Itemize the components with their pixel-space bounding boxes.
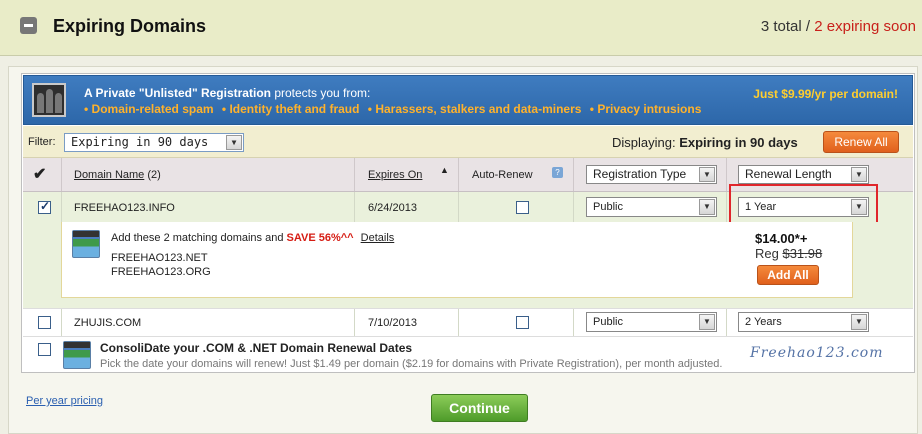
watermark: Freehao123.com <box>750 345 884 361</box>
chevron-down-icon: ▼ <box>699 167 715 182</box>
registration-type-bulk-select[interactable]: Registration Type ▼ <box>586 165 717 184</box>
upsell-panel: Add these 2 matching domains and SAVE 56… <box>61 222 853 298</box>
auto-renew-checkbox[interactable] <box>516 201 529 214</box>
displaying-label: Displaying: <box>612 135 676 150</box>
expires-date: 6/24/2013 <box>368 202 417 214</box>
globe-icon <box>63 341 91 369</box>
filter-select-value: Expiring in 90 days <box>71 135 209 149</box>
domain-name-sort-link[interactable]: Domain Name <box>74 169 144 181</box>
reg-label: Reg <box>755 246 783 261</box>
consolidate-subtitle: Pick the date your domains will renew! J… <box>100 358 723 370</box>
consolidate-checkbox[interactable] <box>38 343 51 356</box>
registration-type-cell: Public ▼ <box>573 309 726 337</box>
upsell-price: $14.00*+ <box>755 231 808 246</box>
registration-type-value: Public <box>593 201 623 213</box>
add-all-button[interactable]: Add All <box>757 265 819 285</box>
expiring-soon-count: 2 expiring soon <box>814 18 916 35</box>
continue-button[interactable]: Continue <box>431 394 528 422</box>
chevron-down-icon: ▼ <box>699 199 715 215</box>
renew-all-button[interactable]: Renew All <box>823 131 899 153</box>
upsell-text-before: Add these 2 matching domains and <box>111 232 287 244</box>
displaying-status: Displaying: Expiring in 90 days <box>612 135 798 150</box>
displaying-value: Expiring in 90 days <box>679 135 798 150</box>
domain-cell: FREEHAO123.INFO <box>61 192 354 222</box>
domain-name-header[interactable]: Domain Name (2) <box>74 169 161 181</box>
total-count: 3 total <box>760 18 802 35</box>
renewal-length-bulk-select[interactable]: Renewal Length ▼ <box>738 165 869 184</box>
registration-type-cell: Public ▼ <box>573 192 726 222</box>
save-text: SAVE 56%^^ <box>286 232 354 244</box>
domain-cell: ZHUJIS.COM <box>61 309 354 337</box>
registration-type-select[interactable]: Public ▼ <box>586 312 717 332</box>
filter-bar: Filter: Expiring in 90 days ▼ Displaying… <box>23 126 913 158</box>
help-icon[interactable]: ? <box>552 167 563 178</box>
upsell-regular-price: Reg $31.98 <box>755 246 822 261</box>
row-checkbox[interactable] <box>38 316 51 329</box>
private-registration-banner: A Private "Unlisted" Registration protec… <box>23 75 913 125</box>
chevron-down-icon: ▼ <box>851 314 867 330</box>
renewal-length-header: Renewal Length <box>745 167 832 181</box>
domain-name: FREEHAO123.INFO <box>74 202 175 214</box>
banner-headline: A Private "Unlisted" Registration protec… <box>84 86 370 100</box>
filter-label: Filter: <box>28 136 56 148</box>
count-separator: / <box>805 18 811 35</box>
filter-select[interactable]: Expiring in 90 days ▼ <box>64 133 244 152</box>
chevron-down-icon: ▼ <box>699 314 715 330</box>
page-title: Expiring Domains <box>53 16 207 36</box>
expires-cell: 6/24/2013 <box>354 192 458 222</box>
renewal-length-value: 2 Years <box>745 316 782 328</box>
expires-on-sort-link[interactable]: Expires On <box>368 169 422 181</box>
chevron-down-icon: ▼ <box>226 135 242 150</box>
expires-date: 7/10/2013 <box>368 317 417 329</box>
column-domain-name[interactable]: Domain Name (2) <box>61 158 354 191</box>
column-auto-renew: Auto-Renew ? <box>458 158 573 191</box>
upsell-domain: FREEHAO123.NET <box>111 252 208 264</box>
old-price: $31.98 <box>782 246 823 261</box>
globe-icon <box>72 230 100 258</box>
auto-renew-header: Auto-Renew <box>472 169 533 181</box>
banner-headline-bold: A Private "Unlisted" Registration <box>84 86 271 100</box>
renewal-length-cell: 2 Years ▼ <box>726 309 913 337</box>
auto-renew-cell <box>458 192 573 222</box>
table-row: ZHUJIS.COM 7/10/2013 Public ▼ 2 Years ▼ <box>23 308 913 337</box>
benefit-item: • Harassers, stalkers and data-miners <box>367 102 582 116</box>
benefit-item: • Identity theft and fraud <box>221 102 360 116</box>
domain-name: ZHUJIS.COM <box>74 317 142 329</box>
auto-renew-cell <box>458 309 573 337</box>
banner-headline-rest: protects you from: <box>270 86 371 100</box>
banner-benefits: • Domain-related spam • Identity theft a… <box>84 102 706 116</box>
domain-count: (2) <box>147 169 161 181</box>
chevron-down-icon: ▼ <box>851 167 867 182</box>
details-link[interactable]: Details <box>361 232 395 244</box>
benefit-item: • Privacy intrusions <box>589 102 702 116</box>
consolidate-row: ConsoliDate your .COM & .NET Domain Rene… <box>23 336 913 372</box>
column-expires-on[interactable]: Expires On ▲ <box>354 158 458 191</box>
per-year-pricing-link[interactable]: Per year pricing <box>26 395 103 407</box>
registration-type-header: Registration Type <box>593 167 687 181</box>
expires-cell: 7/10/2013 <box>354 309 458 337</box>
registration-type-value: Public <box>593 316 623 328</box>
benefit-item: • Domain-related spam <box>84 102 214 116</box>
auto-renew-checkbox[interactable] <box>516 316 529 329</box>
column-registration-type: Registration Type ▼ <box>573 158 726 191</box>
registration-type-select[interactable]: Public ▼ <box>586 197 717 217</box>
banner-price: Just $9.99/yr per domain! <box>753 87 898 101</box>
checkmark-icon[interactable]: ✔ <box>33 164 46 184</box>
section-header: Expiring Domains 3 total / 2 expiring so… <box>0 0 922 56</box>
collapse-icon[interactable] <box>20 17 37 34</box>
consolidate-title: ConsoliDate your .COM & .NET Domain Rene… <box>100 341 413 355</box>
sort-asc-icon: ▲ <box>440 165 449 175</box>
people-icon <box>32 83 66 117</box>
upsell-domain: FREEHAO123.ORG <box>111 266 211 278</box>
row-checkbox[interactable] <box>38 199 51 214</box>
domain-counts: 3 total / 2 expiring soon <box>761 18 916 35</box>
renewal-length-select[interactable]: 2 Years ▼ <box>738 312 869 332</box>
upsell-text: Add these 2 matching domains and SAVE 56… <box>111 232 394 244</box>
